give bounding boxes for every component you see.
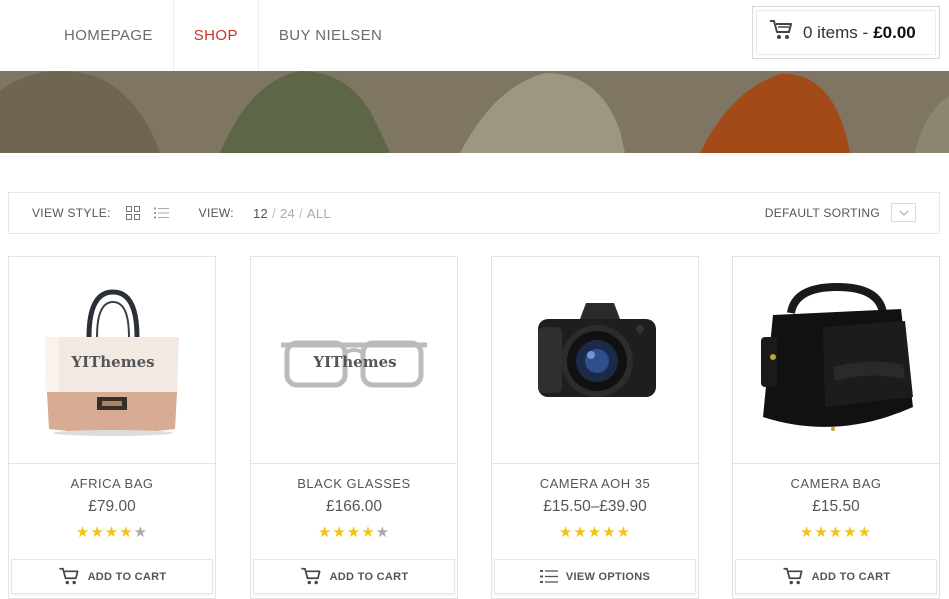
grid-view-icon[interactable] bbox=[125, 206, 140, 220]
product-card: CAMERA AOH 35 £15.50–£39.90 ★★★★★ VIEW O… bbox=[491, 256, 699, 599]
product-name[interactable]: CAMERA BAG bbox=[733, 476, 939, 491]
product-name[interactable]: CAMERA AOH 35 bbox=[492, 476, 698, 491]
product-card: YIThemes AFRICA BAG £79.00 ★★★★★ ADD TO … bbox=[8, 256, 216, 599]
action-label: ADD TO CART bbox=[811, 570, 891, 583]
star-icon: ★ bbox=[90, 524, 105, 541]
product-price: £15.50–£39.90 bbox=[543, 498, 647, 515]
per-page-separator: / bbox=[272, 205, 276, 221]
product-name[interactable]: BLACK GLASSES bbox=[251, 476, 457, 491]
watermark-text: YIThemes bbox=[312, 353, 396, 371]
cart-icon bbox=[59, 567, 79, 585]
list-view-icon[interactable] bbox=[153, 207, 169, 219]
shop-toolbar: VIEW STYLE: VIEW: 12 / 24 / ALL DEFAULT … bbox=[8, 192, 940, 234]
shop-banner-image bbox=[0, 71, 949, 153]
action-label: ADD TO CART bbox=[87, 570, 167, 583]
mini-cart-button[interactable]: 0 items - £0.00 bbox=[752, 6, 940, 59]
cart-total: £0.00 bbox=[873, 22, 916, 42]
nav-homepage[interactable]: HOMEPAGE bbox=[0, 0, 173, 71]
main-nav: HOMEPAGE SHOP BUY NIELSEN bbox=[0, 0, 402, 71]
star-icon: ★ bbox=[332, 524, 347, 541]
nav-shop[interactable]: SHOP bbox=[172, 0, 259, 71]
star-icon: ★ bbox=[799, 524, 815, 541]
product-name[interactable]: AFRICA BAG bbox=[9, 476, 215, 491]
star-empty-icon: ★ bbox=[133, 524, 149, 541]
watermark-text: YIThemes bbox=[70, 353, 154, 371]
product-price: £79.00 bbox=[88, 498, 136, 515]
product-rating: ★★★★★ bbox=[251, 523, 457, 541]
star-icon: ★ bbox=[573, 524, 588, 541]
star-icon: ★ bbox=[602, 524, 617, 541]
star-icon: ★ bbox=[558, 524, 574, 541]
list-icon bbox=[539, 570, 558, 583]
nav-buy-nielsen[interactable]: BUY NIELSEN bbox=[259, 0, 402, 71]
cart-icon bbox=[301, 567, 321, 585]
site-header: HOMEPAGE SHOP BUY NIELSEN 0 items - £0.0… bbox=[0, 0, 949, 71]
view-style-label: VIEW STYLE: bbox=[32, 206, 111, 220]
product-image[interactable] bbox=[492, 257, 698, 464]
per-page-option-12[interactable]: 12 bbox=[253, 206, 268, 221]
product-card: YIThemes BLACK GLASSES £166.00 ★★★★★ ADD… bbox=[250, 256, 458, 599]
per-page-separator: / bbox=[299, 205, 303, 221]
product-rating: ★★★★★ bbox=[492, 523, 698, 541]
sorting-selected-value: DEFAULT SORTING bbox=[764, 205, 880, 220]
product-rating: ★★★★★ bbox=[9, 523, 215, 541]
action-label: VIEW OPTIONS bbox=[565, 570, 651, 583]
product-price: £15.50 bbox=[812, 498, 860, 515]
add-to-cart-button[interactable]: ADD TO CART bbox=[735, 559, 937, 594]
cart-items-count: 0 items - bbox=[803, 22, 869, 42]
product-image[interactable] bbox=[733, 257, 939, 464]
chevron-down-icon bbox=[899, 210, 908, 216]
view-options-button[interactable]: VIEW OPTIONS bbox=[494, 559, 696, 594]
star-icon: ★ bbox=[361, 524, 376, 541]
star-icon: ★ bbox=[857, 524, 873, 541]
product-card: CAMERA BAG £15.50 ★★★★★ ADD TO CART bbox=[732, 256, 940, 599]
sorting-dropdown[interactable]: DEFAULT SORTING bbox=[765, 203, 916, 222]
star-icon: ★ bbox=[843, 524, 858, 541]
star-icon: ★ bbox=[119, 524, 134, 541]
star-icon: ★ bbox=[814, 524, 829, 541]
cart-icon bbox=[783, 567, 803, 585]
star-empty-icon: ★ bbox=[375, 524, 391, 541]
per-page-option-24[interactable]: 24 bbox=[280, 206, 295, 221]
product-image[interactable]: YIThemes bbox=[9, 257, 215, 464]
star-icon: ★ bbox=[828, 524, 844, 541]
per-page-selector: 12 / 24 / ALL bbox=[253, 206, 331, 221]
action-label: ADD TO CART bbox=[329, 570, 409, 583]
view-per-page-label: VIEW: bbox=[198, 206, 234, 220]
star-icon: ★ bbox=[317, 524, 333, 541]
product-price: £166.00 bbox=[325, 498, 383, 515]
star-icon: ★ bbox=[616, 524, 632, 541]
star-icon: ★ bbox=[75, 524, 91, 541]
cart-icon bbox=[769, 19, 803, 46]
view-style-switcher bbox=[125, 206, 183, 220]
add-to-cart-button[interactable]: ADD TO CART bbox=[11, 559, 213, 594]
star-icon: ★ bbox=[346, 524, 362, 541]
star-icon: ★ bbox=[104, 524, 120, 541]
sorting-toggle[interactable] bbox=[891, 203, 916, 222]
product-image[interactable]: YIThemes bbox=[251, 257, 457, 464]
product-rating: ★★★★★ bbox=[733, 523, 939, 541]
add-to-cart-button[interactable]: ADD TO CART bbox=[253, 559, 455, 594]
per-page-option-all[interactable]: ALL bbox=[307, 206, 331, 221]
star-icon: ★ bbox=[587, 524, 603, 541]
